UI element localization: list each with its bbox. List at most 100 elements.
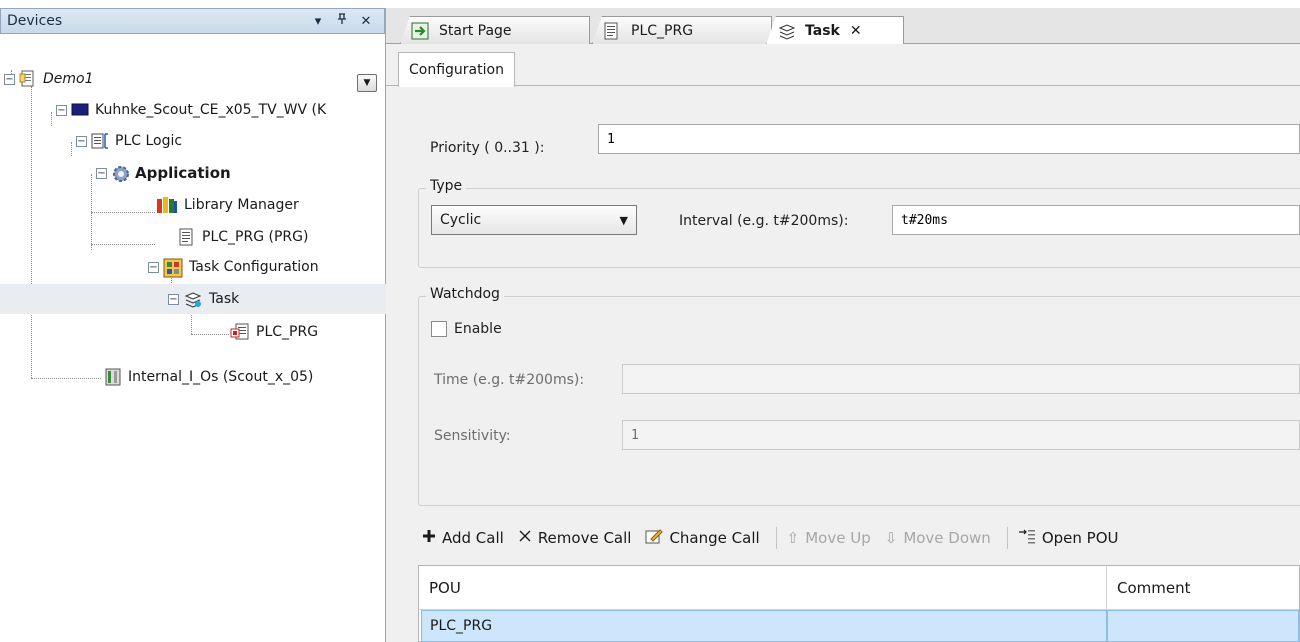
tab-start-page-label: Start Page [439, 22, 512, 39]
task-icon [183, 290, 203, 308]
tab-start-page[interactable]: Start Page [400, 16, 590, 44]
remove-call-label: Remove Call [537, 529, 632, 547]
task-type-select[interactable]: Cyclic ▼ [431, 205, 637, 235]
pou-call-table: POU Comment PLC_PRG [418, 565, 1300, 642]
change-call-button[interactable]: Change Call [641, 528, 763, 548]
task-type-value: Cyclic [440, 212, 482, 228]
add-call-label: Add Call [442, 529, 504, 547]
open-pou-button[interactable]: Open POU [1014, 528, 1123, 548]
collapse-icon[interactable]: − [76, 135, 87, 147]
column-header-comment[interactable]: Comment [1107, 566, 1299, 610]
devices-panel-header: Devices ▾ ✕ [0, 8, 385, 34]
sensitivity-label: Sensitivity: [434, 428, 511, 444]
sensitivity-input[interactable] [622, 420, 1300, 450]
column-header-pou[interactable]: POU [419, 566, 1107, 610]
interval-input[interactable] [892, 205, 1300, 235]
tree-label-plc-logic: PLC Logic [115, 133, 183, 149]
interval-label: Interval (e.g. t#200ms): [679, 213, 849, 229]
top-gap [0, 0, 1300, 8]
watchdog-time-label: Time (e.g. t#200ms): [434, 372, 585, 388]
tree-item-task-configuration[interactable]: − Task Configuration [148, 252, 386, 282]
add-icon [422, 529, 436, 547]
tree-item-task-pou[interactable]: PLC_PRG [230, 317, 386, 347]
tree-item-task[interactable]: − Task [0, 284, 386, 314]
tree-label-task-pou: PLC_PRG [256, 324, 319, 340]
tree-label-device: Kuhnke_Scout_CE_x05_TV_WV (K [95, 102, 327, 118]
collapse-icon[interactable]: − [4, 73, 15, 85]
sub-tab-bar: Configuration [386, 44, 1300, 87]
watchdog-group-title: Watchdog [426, 286, 504, 302]
editor-tab-bar: Start Page PLC_PRG Task ✕ [386, 8, 1300, 45]
toolbar-separator [775, 527, 777, 549]
watchdog-time-input[interactable] [622, 364, 1300, 394]
tree-label-internal-ios: Internal_I_Os (Scout_x_05) [128, 369, 314, 385]
watchdog-group [418, 296, 1300, 506]
plc-logic-icon [91, 132, 109, 150]
tab-plc-prg[interactable]: PLC_PRG [592, 16, 772, 44]
tab-configuration[interactable]: Configuration [398, 52, 515, 87]
open-pou-label: Open POU [1041, 529, 1119, 547]
enable-checkbox[interactable] [431, 321, 447, 337]
close-panel-icon[interactable]: ✕ [354, 14, 378, 29]
tree-item-plc-logic[interactable]: − PLC Logic [76, 126, 376, 156]
arrow-up-icon: ⇧ [786, 529, 800, 547]
move-down-label: Move Down [903, 529, 991, 547]
tree-item-device[interactable]: − Kuhnke_Scout_CE_x05_TV_WV (K [56, 95, 386, 125]
move-up-button[interactable]: ⇧ Move Up [783, 529, 875, 547]
change-call-label: Change Call [669, 529, 760, 547]
project-dropdown-button[interactable]: ▼ [357, 74, 377, 92]
open-pou-icon [1018, 528, 1036, 548]
collapse-icon[interactable]: − [96, 167, 107, 179]
dropdown-arrow-icon: ▼ [619, 213, 628, 227]
call-toolbar: Add Call Remove Call Change Call ⇧ Move … [418, 520, 1128, 556]
tree-item-application[interactable]: − Application [96, 158, 386, 188]
type-group-title: Type [426, 178, 467, 194]
tree-item-library-manager[interactable]: Library Manager [156, 190, 386, 220]
tree-label-task: Task [209, 291, 240, 307]
tree-item-internal-ios[interactable]: Internal_I_Os (Scout_x_05) [104, 362, 386, 392]
tree-label-task-configuration: Task Configuration [189, 259, 319, 275]
collapse-icon[interactable]: − [148, 261, 159, 273]
enable-label: Enable [454, 321, 502, 337]
table-cell-pou[interactable]: PLC_PRG [421, 610, 1107, 642]
tree-label-project: Demo1 [43, 71, 94, 87]
move-up-label: Move Up [805, 529, 871, 547]
tab-plc-prg-label: PLC_PRG [631, 22, 694, 39]
add-call-button[interactable]: Add Call [418, 529, 508, 547]
devices-panel: Devices ▾ ✕ − Demo1 ▼ − Kuhnke_Scout_CE_… [0, 8, 386, 642]
tab-task-label: Task [805, 23, 840, 39]
arrow-down-icon: ⇩ [884, 529, 898, 547]
device-icon [71, 101, 89, 119]
pou-call-icon [230, 323, 250, 341]
pou-document-icon [603, 22, 621, 40]
tab-task[interactable]: Task ✕ [766, 16, 904, 45]
library-books-icon [156, 196, 178, 214]
task-editor: Start Page PLC_PRG Task ✕ Configuration … [386, 8, 1300, 642]
project-icon [19, 70, 37, 88]
task-configuration-icon [163, 258, 183, 278]
tree-label-library-manager: Library Manager [184, 197, 299, 213]
collapse-icon[interactable]: − [56, 104, 67, 116]
tree-label-plc-prg: PLC_PRG (PRG) [202, 229, 309, 245]
task-icon [777, 22, 796, 40]
move-down-button[interactable]: ⇩ Move Down [881, 529, 995, 547]
edit-pencil-icon [645, 528, 664, 548]
devices-panel-title: Devices [7, 13, 63, 29]
panel-menu-dropdown-icon[interactable]: ▾ [306, 14, 330, 29]
priority-input[interactable] [598, 124, 1300, 154]
table-cell-comment[interactable] [1107, 610, 1299, 642]
close-tab-icon[interactable]: ✕ [850, 23, 862, 39]
tree-item-plc-prg[interactable]: PLC_PRG (PRG) [156, 222, 386, 252]
pin-icon[interactable] [330, 13, 354, 29]
pou-document-icon [178, 228, 196, 246]
toolbar-separator [1006, 527, 1008, 549]
io-module-icon [104, 368, 122, 386]
tree-label-application: Application [135, 164, 231, 182]
tree-item-demo1[interactable]: − Demo1 [4, 64, 364, 94]
collapse-icon[interactable]: − [168, 293, 179, 305]
start-page-icon [411, 22, 429, 40]
remove-call-button[interactable]: Remove Call [514, 529, 636, 547]
remove-x-icon [518, 529, 532, 547]
application-gear-icon [111, 164, 129, 182]
priority-label: Priority ( 0..31 ): [430, 140, 545, 156]
